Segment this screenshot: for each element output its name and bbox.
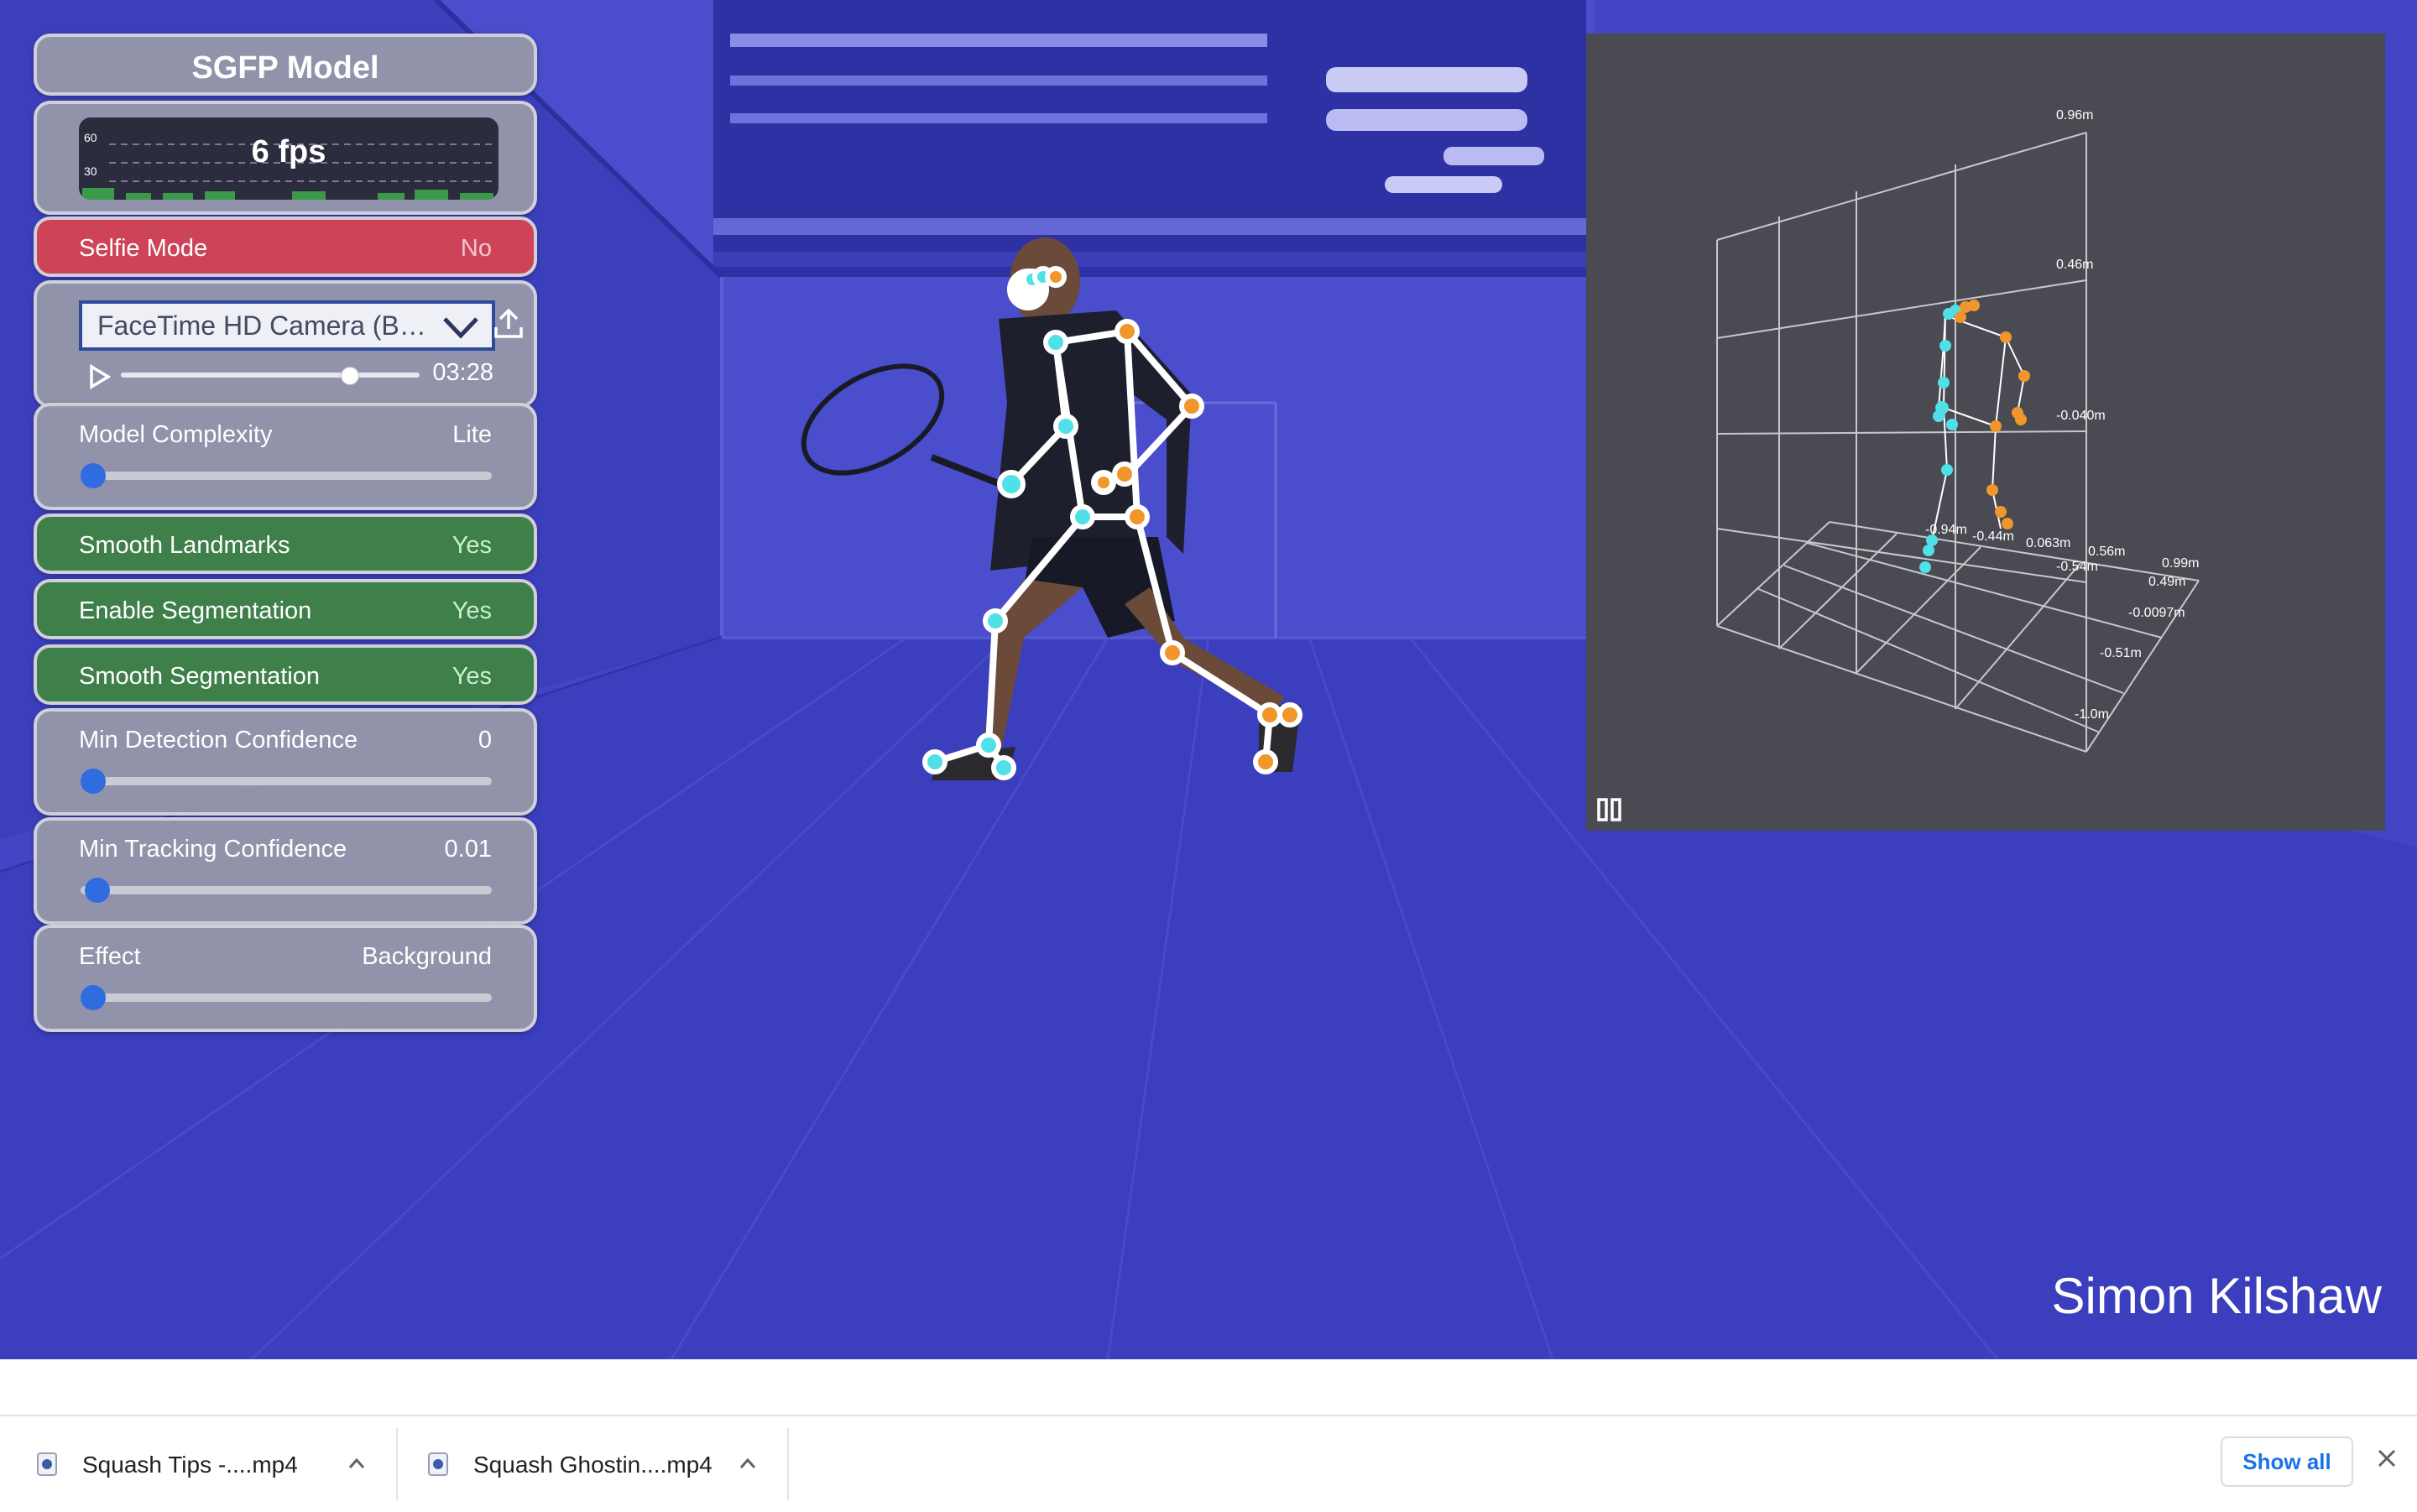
enable-segmentation-label: Enable Segmentation — [79, 597, 312, 624]
model-complexity-value: Lite — [452, 421, 492, 448]
camera-select[interactable]: FaceTime HD Camera (B… — [79, 300, 495, 351]
min-detection-confidence-control: Min Detection Confidence 0 — [34, 708, 537, 816]
panel-title-card[interactable]: SGFP Model — [34, 34, 537, 96]
fps-meter-card: 60 30 6 fps — [34, 101, 537, 215]
chevron-up-icon[interactable] — [347, 1457, 366, 1470]
download-file-name: Squash Tips -....mp4 — [82, 1452, 298, 1478]
axis-label: -0.51m — [2100, 646, 2142, 660]
fps-value: 6 fps — [251, 134, 326, 169]
min-tracking-confidence-control: Min Tracking Confidence 0.01 — [34, 817, 537, 925]
min-tracking-confidence-label: Min Tracking Confidence — [79, 836, 347, 863]
video-file-icon — [37, 1452, 57, 1476]
axis-label: -0.0097m — [2128, 606, 2185, 620]
divider — [787, 1428, 789, 1500]
min-detection-confidence-slider[interactable] — [81, 769, 492, 794]
axis-label: 0.56m — [2088, 545, 2125, 559]
axis-label: -0.040m — [2056, 409, 2106, 423]
pause-icon[interactable] — [1596, 797, 1623, 822]
axis-label: 0.96m — [2056, 108, 2093, 123]
effect-slider[interactable] — [81, 985, 492, 1010]
playback-scrubber-thumb[interactable] — [341, 367, 360, 385]
selfie-mode-value: No — [460, 235, 492, 262]
athlete-name: Simon Kilshaw — [2051, 1268, 2383, 1324]
min-detection-confidence-value: 0 — [478, 727, 492, 753]
smooth-segmentation-label: Smooth Segmentation — [79, 663, 320, 690]
upload-icon[interactable] — [493, 307, 524, 341]
selfie-mode-label: Selfie Mode — [79, 235, 208, 262]
effect-label: Effect — [79, 943, 141, 970]
smooth-landmarks-toggle[interactable]: Smooth Landmarks Yes — [34, 514, 537, 574]
smooth-landmarks-label: Smooth Landmarks — [79, 532, 290, 559]
model-complexity-slider[interactable] — [81, 463, 492, 488]
axis-labels: 0.96m 0.46m -0.040m -0.94m -0.44m 0.063m… — [1925, 108, 2199, 722]
axis-label: 0.49m — [2148, 575, 2185, 589]
download-file-name: Squash Ghostin....mp4 — [473, 1452, 713, 1478]
min-tracking-confidence-slider-thumb[interactable] — [84, 878, 110, 903]
min-tracking-confidence-slider[interactable] — [81, 878, 492, 903]
axis-label: 0.063m — [2026, 536, 2070, 550]
landmark-3d-viewer[interactable]: 0.96m 0.46m -0.040m -0.94m -0.44m 0.063m… — [1586, 34, 2385, 831]
effect-value: Background — [362, 943, 492, 970]
close-icon[interactable] — [2375, 1447, 2399, 1470]
smooth-segmentation-value: Yes — [452, 663, 492, 690]
min-tracking-confidence-value: 0.01 — [444, 836, 492, 863]
show-all-button[interactable]: Show all — [2221, 1436, 2353, 1487]
download-bar: Squash Tips -....mp4 Squash Ghostin....m… — [0, 1415, 2417, 1512]
effect-slider-thumb[interactable] — [81, 985, 106, 1010]
axis-label: -1.0m — [2075, 707, 2109, 722]
effect-control: Effect Background — [34, 925, 537, 1032]
divider — [396, 1428, 398, 1500]
selfie-mode-toggle[interactable]: Selfie Mode No — [34, 216, 537, 277]
video-file-icon — [428, 1452, 448, 1476]
download-item[interactable]: Squash Tips -....mp4 — [0, 1416, 394, 1512]
smooth-segmentation-toggle[interactable]: Smooth Segmentation Yes — [34, 644, 537, 705]
download-item[interactable]: Squash Ghostin....mp4 — [399, 1416, 786, 1512]
model-complexity-control: Model Complexity Lite — [34, 403, 537, 510]
axis-label: 0.46m — [2056, 258, 2093, 272]
axis-label: -0.54m — [2056, 560, 2098, 574]
enable-segmentation-value: Yes — [452, 597, 492, 624]
model-complexity-label: Model Complexity — [79, 421, 273, 448]
chevron-up-icon[interactable] — [739, 1457, 757, 1470]
model-complexity-slider-thumb[interactable] — [81, 463, 106, 488]
min-detection-confidence-slider-thumb[interactable] — [81, 769, 106, 794]
camera-source-card: FaceTime HD Camera (B… 03:28 — [34, 280, 537, 408]
playback-scrubber[interactable] — [121, 367, 420, 385]
fps-meter: 60 30 6 fps — [79, 117, 499, 200]
min-detection-confidence-label: Min Detection Confidence — [79, 727, 358, 753]
axis-label: 0.99m — [2162, 556, 2199, 571]
camera-select-value: FaceTime HD Camera (B… — [97, 310, 426, 341]
smooth-landmarks-value: Yes — [452, 532, 492, 559]
enable-segmentation-toggle[interactable]: Enable Segmentation Yes — [34, 579, 537, 639]
landmark-3d-grid: 0.96m 0.46m -0.040m -0.94m -0.44m 0.063m… — [1716, 108, 2200, 753]
play-icon[interactable] — [89, 364, 111, 389]
panel-title: SGFP Model — [191, 50, 379, 86]
playback-time: 03:28 — [432, 359, 493, 386]
chevron-down-icon — [443, 317, 478, 339]
axis-label: -0.44m — [1972, 529, 2014, 544]
